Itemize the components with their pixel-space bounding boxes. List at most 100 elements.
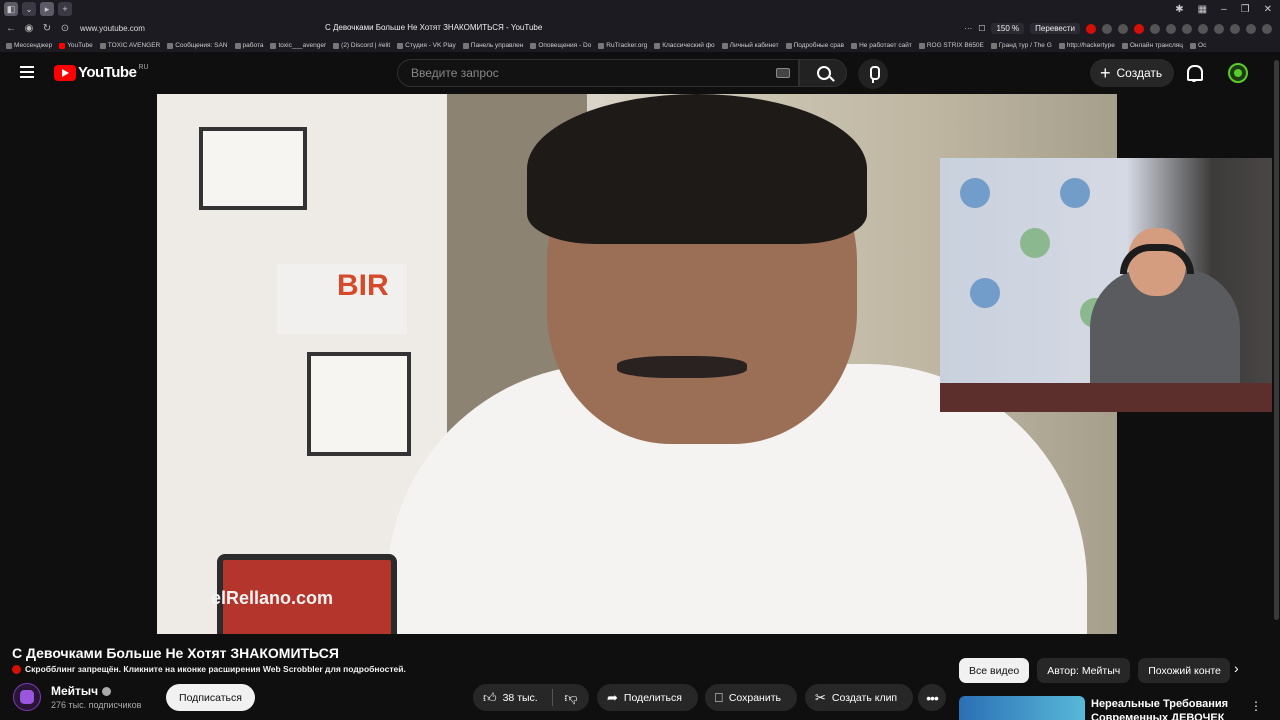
- youtube-logo[interactable]: YouTube RU: [54, 64, 149, 81]
- active-tab[interactable]: ▸: [40, 2, 54, 16]
- search-button[interactable]: [799, 59, 847, 87]
- bookmark-item[interactable]: Гранд тур / The G: [990, 42, 1052, 49]
- browser-titlebar: ◧ ⌄ ▸ + ✱ ▦ – ❐ ✕: [0, 0, 1280, 18]
- restore-icon[interactable]: ❐: [1241, 4, 1250, 15]
- bookmark-favicon-icon: [270, 42, 277, 49]
- subscribe-button[interactable]: Подписаться: [166, 684, 255, 711]
- bookmark-item[interactable]: Подробные срав: [785, 42, 844, 49]
- chip-author[interactable]: Автор: Мейтыч: [1037, 658, 1131, 683]
- bookmark-icon[interactable]: ☐: [978, 24, 985, 33]
- channel-name[interactable]: Мейтыч: [51, 684, 98, 698]
- like-button[interactable]: 👍︎ 38 тыс.: [473, 689, 553, 706]
- zoom-indicator[interactable]: 150 %: [991, 23, 1025, 34]
- bookmark-favicon-icon: [990, 42, 997, 49]
- logo-text: YouTube: [78, 64, 137, 81]
- share-button[interactable]: ➦ Поделиться: [597, 684, 698, 711]
- video-frame-certificate: [307, 352, 411, 456]
- bookmark-item[interactable]: Мессенджер: [6, 42, 52, 49]
- recommended-video-title[interactable]: Нереальные Требования Современных ДЕВОЧЕ…: [1091, 697, 1266, 720]
- voice-search-button[interactable]: [858, 59, 888, 89]
- keyboard-icon[interactable]: [776, 68, 790, 78]
- recommendation-filter-chips: Все видео Автор: Мейтыч Похожий конте: [959, 658, 1231, 683]
- chevron-right-icon[interactable]: ›: [1234, 660, 1252, 680]
- bookmark-favicon-icon: [598, 42, 605, 49]
- bookmark-favicon-icon: [6, 42, 12, 49]
- bookmark-item[interactable]: Ос: [1190, 42, 1206, 49]
- bookmark-favicon-icon: [59, 42, 66, 49]
- new-tab-icon[interactable]: +: [58, 2, 72, 16]
- hamburger-menu-icon[interactable]: [20, 66, 34, 78]
- channel-name-row[interactable]: Мейтыч: [51, 684, 112, 698]
- bookmark-item[interactable]: Личный кабинет: [721, 42, 779, 49]
- back-icon[interactable]: ←: [4, 23, 18, 34]
- translate-button[interactable]: Перевести: [1030, 23, 1080, 34]
- bookmark-favicon-icon: [851, 42, 858, 49]
- reload-icon[interactable]: ↻: [40, 23, 54, 34]
- pin-icon[interactable]: ✱: [1175, 4, 1183, 15]
- extension-icon[interactable]: [1246, 23, 1256, 34]
- create-button[interactable]: + Создать: [1090, 59, 1174, 87]
- site-info-icon[interactable]: ◉: [22, 23, 36, 34]
- tabs-icon[interactable]: ▦: [1198, 4, 1207, 15]
- bookmark-item[interactable]: TOXIC AVENGER: [99, 42, 160, 49]
- web-scrobbler-icon: [12, 664, 21, 674]
- bookmark-item[interactable]: Панель управлен: [462, 42, 523, 49]
- streamer-desk: [940, 383, 1280, 412]
- bookmark-favicon-icon: [1190, 42, 1197, 49]
- chip-all-videos[interactable]: Все видео: [959, 658, 1030, 683]
- bookmark-favicon-icon: [918, 42, 925, 49]
- bookmark-item[interactable]: Не работает сайт: [851, 42, 912, 49]
- bookmark-item[interactable]: Онлайн трансляц: [1121, 42, 1183, 49]
- bookmark-item[interactable]: работа: [234, 42, 263, 49]
- channel-avatar[interactable]: [13, 683, 41, 711]
- bookmark-item[interactable]: Классический фо: [654, 42, 715, 49]
- extension-icon[interactable]: [1198, 23, 1208, 34]
- bookmark-item[interactable]: YouTube: [59, 42, 93, 49]
- extension-icon[interactable]: [1182, 23, 1192, 34]
- bookmark-item[interactable]: http://hackertype: [1058, 42, 1115, 49]
- create-label: Создать: [1116, 66, 1163, 80]
- bookmark-favicon-icon: [462, 42, 469, 49]
- minimize-icon[interactable]: –: [1221, 4, 1227, 15]
- bookmark-item[interactable]: Студия - VK Play: [397, 42, 456, 49]
- video-frame-certificate: [199, 127, 307, 210]
- vertical-more-icon[interactable]: ⋮: [1250, 699, 1262, 713]
- extension-icon[interactable]: [1262, 23, 1272, 34]
- bookmark-item[interactable]: RuTracker.org: [598, 42, 647, 49]
- bookmark-favicon-icon: [1058, 42, 1065, 49]
- like-count: 38 тыс.: [502, 691, 538, 704]
- bookmark-item[interactable]: toxic___avenger: [270, 42, 326, 49]
- search-input[interactable]: Введите запрос: [397, 59, 799, 87]
- extension-icon[interactable]: [1086, 23, 1096, 34]
- video-title: С Девочками Больше Не Хотят ЗНАКОМИТЬСЯ: [12, 645, 339, 661]
- extension-icon[interactable]: [1134, 23, 1144, 34]
- bookmark-item[interactable]: (2) Discord | #elit: [333, 42, 390, 49]
- bookmark-item[interactable]: Оповещения - Do: [530, 42, 591, 49]
- subscriber-count: 276 тыс. подписчиков: [51, 700, 142, 710]
- bookmark-item[interactable]: ROG STRIX B650E: [918, 42, 984, 49]
- extension-icon[interactable]: [1102, 23, 1112, 34]
- recommended-video-thumbnail[interactable]: [959, 696, 1085, 720]
- page-scrollbar-thumb[interactable]: [1274, 60, 1279, 620]
- browser-menu-icon[interactable]: ◧: [4, 2, 18, 16]
- save-button[interactable]: ⎕ Сохранить: [705, 684, 797, 711]
- notifications-bell-icon[interactable]: [1186, 64, 1203, 82]
- extension-icon[interactable]: [1150, 23, 1160, 34]
- tab-list-chevron-icon[interactable]: ⌄: [22, 2, 36, 16]
- wallpaper-flower: [1060, 178, 1090, 208]
- bookmarks-bar: Мессенджер YouTube TOXIC AVENGER Сообщен…: [0, 39, 1280, 52]
- extension-icon[interactable]: [1166, 23, 1176, 34]
- extension-icon[interactable]: [1214, 23, 1224, 34]
- clip-button[interactable]: ✂ Создать клип: [805, 684, 913, 711]
- url-field[interactable]: www.youtube.com: [80, 24, 145, 33]
- chip-related[interactable]: Похожий конте: [1138, 658, 1231, 683]
- extension-icon[interactable]: [1230, 23, 1240, 34]
- close-icon[interactable]: ✕: [1264, 4, 1272, 15]
- more-actions-button[interactable]: •••: [918, 684, 946, 711]
- account-avatar[interactable]: [1228, 63, 1248, 83]
- bookmark-favicon-icon: [530, 42, 537, 49]
- bookmark-item[interactable]: Сообщения: SAN: [167, 42, 228, 49]
- dislike-button[interactable]: 👎︎: [553, 690, 589, 706]
- extension-icon[interactable]: [1118, 23, 1128, 34]
- more-dots-icon[interactable]: ···: [964, 24, 972, 33]
